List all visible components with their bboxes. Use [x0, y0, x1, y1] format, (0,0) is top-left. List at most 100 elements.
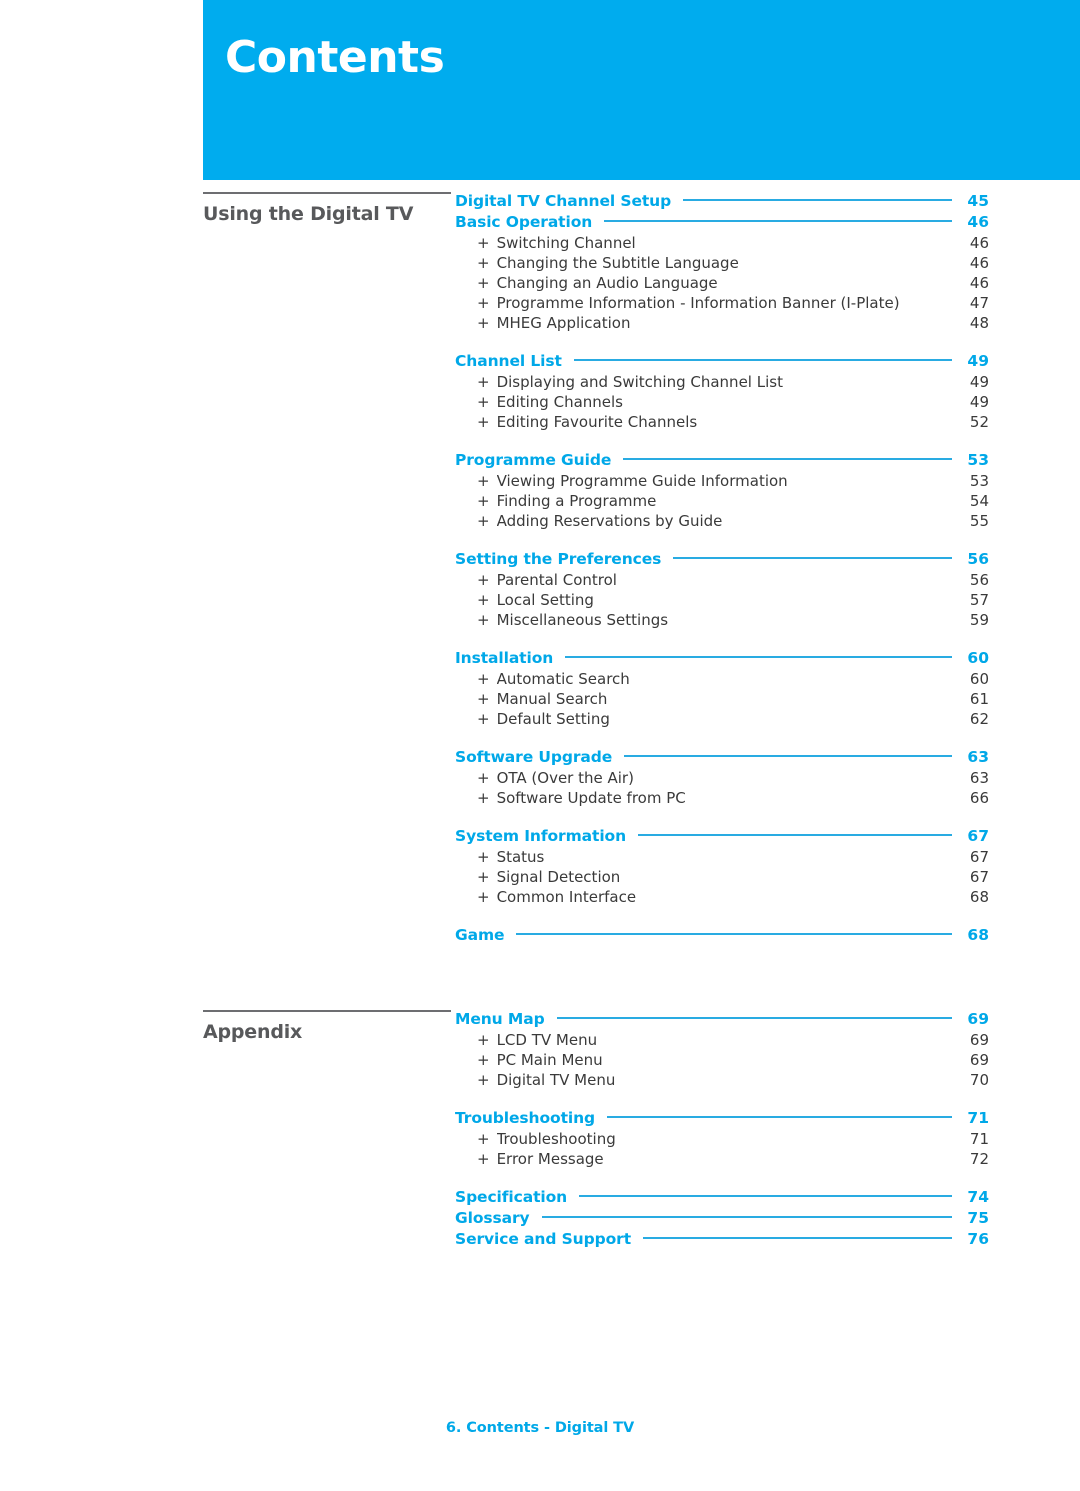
toc-item-page-number: 46 — [969, 234, 989, 252]
toc-item-page-number: 46 — [969, 254, 989, 272]
toc-item-row[interactable]: + Automatic Search 60 — [455, 670, 989, 690]
toc-item-row[interactable]: + Manual Search 61 — [455, 690, 989, 710]
toc-item-row[interactable]: + Software Update from PC 66 — [455, 789, 989, 809]
toc-heading-page-number: 75 — [967, 1209, 989, 1227]
toc-item-label: Finding a Programme — [496, 492, 657, 510]
toc-group: Menu Map 69 + LCD TV Menu 69 + PC Main Menu 69 +… — [455, 1010, 989, 1091]
toc-heading-label: Installation — [455, 649, 554, 667]
part-label-column: Appendix — [203, 1010, 455, 1044]
toc-item-row[interactable]: + Editing Channels 49 — [455, 393, 989, 413]
toc-heading-row[interactable]: Service and Support 76 — [455, 1230, 989, 1250]
part-section-using-the-digital-tv: Using the Digital TV Digital TV Channel … — [203, 192, 989, 947]
plus-marker-icon: + — [477, 274, 490, 292]
toc-item-row[interactable]: + Editing Favourite Channels 52 — [455, 413, 989, 433]
toc-item-label: Manual Search — [496, 690, 608, 708]
toc-item-page-number: 55 — [969, 512, 989, 530]
toc-item-row[interactable]: + Changing an Audio Language 46 — [455, 274, 989, 294]
toc-heading-page-number: 67 — [967, 827, 989, 845]
toc-item-label: Changing the Subtitle Language — [496, 254, 739, 272]
toc-item-page-number: 69 — [969, 1031, 989, 1049]
toc-item-row[interactable]: + OTA (Over the Air) 63 — [455, 769, 989, 789]
toc-item-label: Signal Detection — [496, 868, 621, 886]
toc-group: Troubleshooting 71 + Troubleshooting 71 + Erro… — [455, 1109, 989, 1170]
leader-line — [579, 1195, 952, 1197]
toc-heading-label: Service and Support — [455, 1230, 632, 1248]
leader-line — [565, 656, 952, 658]
toc-heading-row[interactable]: Software Upgrade 63 — [455, 748, 989, 768]
toc-group: Glossary 75 — [455, 1209, 989, 1229]
part-label: Appendix — [203, 1021, 303, 1043]
toc-item-label: Troubleshooting — [496, 1130, 616, 1148]
toc-item-row[interactable]: + Finding a Programme 54 — [455, 492, 989, 512]
toc-item-row[interactable]: + Viewing Programme Guide Information 53 — [455, 472, 989, 492]
toc-heading-row[interactable]: Game 68 — [455, 926, 989, 946]
toc-item-page-number: 69 — [969, 1051, 989, 1069]
part-rule-divider — [203, 1010, 451, 1012]
toc-heading-label: Setting the Preferences — [455, 550, 662, 568]
toc-item-row[interactable]: + Programme Information - Information Ban… — [455, 294, 989, 314]
toc-item-row[interactable]: + PC Main Menu 69 — [455, 1051, 989, 1071]
toc-item-row[interactable]: + LCD TV Menu 69 — [455, 1031, 989, 1051]
leader-line — [624, 755, 952, 757]
part-rule-divider — [203, 192, 451, 194]
toc-item-label: Common Interface — [496, 888, 637, 906]
plus-marker-icon: + — [477, 1051, 490, 1069]
toc-heading-row[interactable]: Installation 60 — [455, 649, 989, 669]
toc-item-label: Viewing Programme Guide Information — [496, 472, 788, 490]
toc-item-row[interactable]: + MHEG Application 48 — [455, 314, 989, 334]
plus-marker-icon: + — [477, 1150, 490, 1168]
toc-group: Specification 74 — [455, 1188, 989, 1208]
toc-item-label: Default Setting — [496, 710, 610, 728]
toc-item-row[interactable]: + Signal Detection 67 — [455, 868, 989, 888]
toc-item-label: MHEG Application — [496, 314, 631, 332]
toc-item-row[interactable]: + Status 67 — [455, 848, 989, 868]
toc-entries-appendix: Menu Map 69 + LCD TV Menu 69 + PC Main Menu 69 +… — [455, 1010, 989, 1251]
toc-item-row[interactable]: + Troubleshooting 71 — [455, 1130, 989, 1150]
toc-item-page-number: 49 — [969, 373, 989, 391]
toc-item-row[interactable]: + Switching Channel 46 — [455, 234, 989, 254]
part-section-appendix: Appendix Menu Map 69 + LCD TV Menu 69 + PC Mai… — [203, 1010, 989, 1251]
toc-item-row[interactable]: + Common Interface 68 — [455, 888, 989, 908]
toc-heading-row[interactable]: System Information 67 — [455, 827, 989, 847]
toc-heading-label: Digital TV Channel Setup — [455, 192, 672, 210]
toc-heading-page-number: 63 — [967, 748, 989, 766]
toc-item-page-number: 47 — [969, 294, 989, 312]
plus-marker-icon: + — [477, 571, 490, 589]
toc-item-row[interactable]: + Parental Control 56 — [455, 571, 989, 591]
toc-heading-row[interactable]: Troubleshooting 71 — [455, 1109, 989, 1129]
toc-item-label: LCD TV Menu — [496, 1031, 598, 1049]
page-footer: 6. Contents - Digital TV — [445, 1420, 635, 1436]
toc-item-label: Adding Reservations by Guide — [496, 512, 723, 530]
toc-item-row[interactable]: + Error Message 72 — [455, 1150, 989, 1170]
toc-item-page-number: 72 — [969, 1150, 989, 1168]
toc-heading-row[interactable]: Setting the Preferences 56 — [455, 550, 989, 570]
toc-item-row[interactable]: + Displaying and Switching Channel List 49 — [455, 373, 989, 393]
toc-item-page-number: 67 — [969, 848, 989, 866]
toc-heading-row[interactable]: Menu Map 69 — [455, 1010, 989, 1030]
toc-item-row[interactable]: + Changing the Subtitle Language 46 — [455, 254, 989, 274]
toc-heading-label: Specification — [455, 1188, 568, 1206]
toc-heading-page-number: 68 — [967, 926, 989, 944]
toc-item-row[interactable]: + Local Setting 57 — [455, 591, 989, 611]
toc-heading-page-number: 71 — [967, 1109, 989, 1127]
toc-heading-row[interactable]: Glossary 75 — [455, 1209, 989, 1229]
toc-heading-row[interactable]: Digital TV Channel Setup 45 — [455, 192, 989, 212]
toc-heading-page-number: 53 — [967, 451, 989, 469]
toc-heading-row[interactable]: Specification 74 — [455, 1188, 989, 1208]
toc-item-page-number: 48 — [969, 314, 989, 332]
toc-heading-row[interactable]: Programme Guide 53 — [455, 451, 989, 471]
toc-heading-row[interactable]: Channel List 49 — [455, 352, 989, 372]
plus-marker-icon: + — [477, 234, 490, 252]
toc-item-label: PC Main Menu — [496, 1051, 603, 1069]
toc-item-label: Automatic Search — [496, 670, 630, 688]
toc-item-row[interactable]: + Digital TV Menu 70 — [455, 1071, 989, 1091]
toc-item-row[interactable]: + Default Setting 62 — [455, 710, 989, 730]
toc-heading-row[interactable]: Basic Operation 46 — [455, 213, 989, 233]
toc-item-row[interactable]: + Adding Reservations by Guide 55 — [455, 512, 989, 532]
toc-item-page-number: 63 — [969, 769, 989, 787]
plus-marker-icon: + — [477, 512, 490, 530]
toc-heading-page-number: 60 — [967, 649, 989, 667]
toc-heading-label: Software Upgrade — [455, 748, 613, 766]
toc-item-page-number: 49 — [969, 393, 989, 411]
toc-item-row[interactable]: + Miscellaneous Settings 59 — [455, 611, 989, 631]
